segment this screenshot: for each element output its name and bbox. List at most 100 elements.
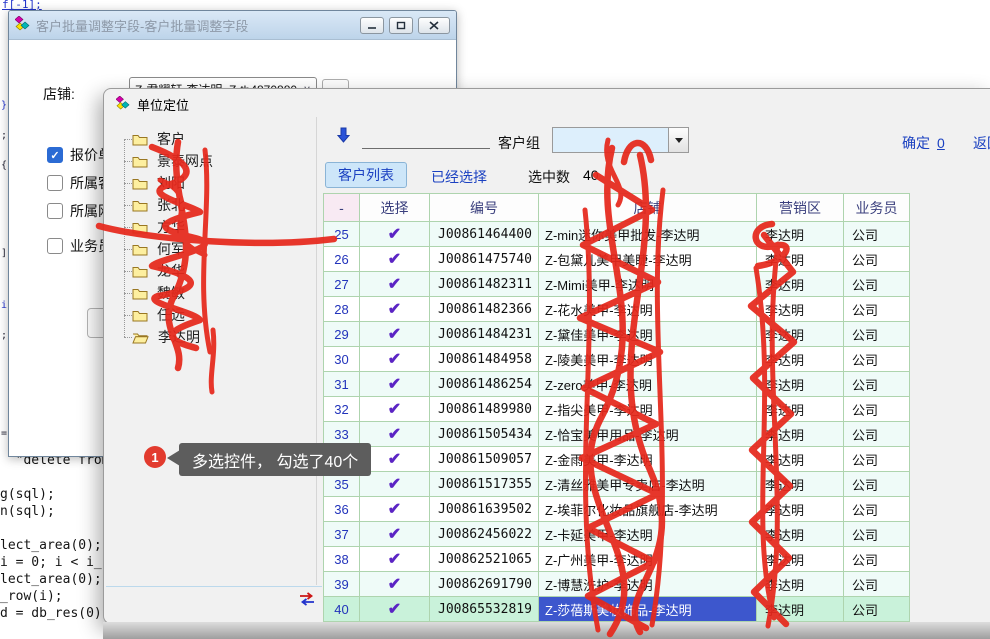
shop-cell[interactable]: Z-莎蓓斯美妆饰品-李达明 <box>539 597 757 622</box>
agent-cell[interactable]: 公司 <box>844 247 910 272</box>
region-cell[interactable]: 李达明 <box>757 572 844 597</box>
checkmark-icon[interactable]: ✔ <box>360 322 430 347</box>
column-header[interactable]: 编号 <box>430 194 539 222</box>
shop-cell[interactable]: Z-包黛儿美甲美睫-李达明 <box>539 247 757 272</box>
code-cell[interactable]: J00865532819 <box>430 597 539 622</box>
code-cell[interactable]: J00861482311 <box>430 272 539 297</box>
table-row[interactable]: 38✔J00862521065Z-广州美甲-李达明李达明公司 <box>324 547 910 572</box>
code-cell[interactable]: J00862456022 <box>430 522 539 547</box>
checkbox-checked-icon[interactable]: ✓ <box>47 147 63 163</box>
table-row[interactable]: 28✔J00861482366Z-花水美甲-李达明李达明公司 <box>324 297 910 322</box>
checkmark-icon[interactable]: ✔ <box>360 272 430 297</box>
region-cell[interactable]: 李达明 <box>757 497 844 522</box>
column-header[interactable]: 选择 <box>360 194 430 222</box>
tab-already-selected[interactable]: 已经选择 <box>431 167 487 187</box>
region-cell[interactable]: 李达明 <box>757 297 844 322</box>
tree-node[interactable]: 客户 <box>132 129 185 149</box>
row-number-cell[interactable]: 28 <box>324 297 360 322</box>
row-number-cell[interactable]: 27 <box>324 272 360 297</box>
region-cell[interactable]: 李达明 <box>757 322 844 347</box>
tree-node[interactable]: 李达明 <box>132 327 200 347</box>
return-link[interactable]: 返回 <box>973 133 990 153</box>
region-cell[interactable]: 李达明 <box>757 372 844 397</box>
checkmark-icon[interactable]: ✔ <box>360 472 430 497</box>
tree-node[interactable]: 任远 <box>132 305 185 325</box>
row-number-cell[interactable]: 39 <box>324 572 360 597</box>
agent-cell[interactable]: 公司 <box>844 447 910 472</box>
down-arrow-icon[interactable] <box>337 127 350 146</box>
code-cell[interactable]: J00861482366 <box>430 297 539 322</box>
checkmark-icon[interactable]: ✔ <box>360 422 430 447</box>
tree-node[interactable]: 景泰网点 <box>132 151 213 171</box>
region-cell[interactable]: 李达明 <box>757 222 844 247</box>
agent-cell[interactable]: 公司 <box>844 497 910 522</box>
checkbox-unchecked-icon[interactable] <box>47 203 63 219</box>
checkbox-unchecked-icon[interactable] <box>47 238 63 254</box>
region-cell[interactable]: 李达明 <box>757 272 844 297</box>
swap-arrows-icon[interactable] <box>298 592 316 609</box>
tab-customer-list[interactable]: 客户列表 <box>325 162 407 188</box>
checkmark-icon[interactable]: ✔ <box>360 572 430 597</box>
agent-cell[interactable]: 公司 <box>844 347 910 372</box>
code-cell[interactable]: J00861505434 <box>430 422 539 447</box>
agent-cell[interactable]: 公司 <box>844 547 910 572</box>
code-cell[interactable]: J00861517355 <box>430 472 539 497</box>
shop-cell[interactable]: Z-花水美甲-李达明 <box>539 297 757 322</box>
checkmark-icon[interactable]: ✔ <box>360 497 430 522</box>
minimize-button[interactable] <box>360 17 384 34</box>
agent-cell[interactable]: 公司 <box>844 372 910 397</box>
shop-cell[interactable]: Z-清丝雅美甲专卖店-李达明 <box>539 472 757 497</box>
code-cell[interactable]: J00861464400 <box>430 222 539 247</box>
region-cell[interactable]: 李达明 <box>757 547 844 572</box>
region-cell[interactable]: 李达明 <box>757 422 844 447</box>
table-row[interactable]: 37✔J00862456022Z-卡延美甲-李达明李达明公司 <box>324 522 910 547</box>
region-cell[interactable]: 李达明 <box>757 247 844 272</box>
row-number-cell[interactable]: 38 <box>324 547 360 572</box>
region-cell[interactable]: 李达明 <box>757 397 844 422</box>
region-cell[interactable]: 李达明 <box>757 597 844 622</box>
agent-cell[interactable]: 公司 <box>844 522 910 547</box>
tree-node[interactable]: 方华 <box>132 217 185 237</box>
column-header[interactable]: 营销区 <box>757 194 844 222</box>
shop-cell[interactable]: Z-博慧洗护-李达明 <box>539 572 757 597</box>
code-cell[interactable]: J00861509057 <box>430 447 539 472</box>
tree-node[interactable]: 张北 <box>132 195 185 215</box>
agent-cell[interactable]: 公司 <box>844 472 910 497</box>
table-row[interactable]: 39✔J00862691790Z-博慧洗护-李达明李达明公司 <box>324 572 910 597</box>
region-cell[interactable]: 李达明 <box>757 522 844 547</box>
code-cell[interactable]: J00862521065 <box>430 547 539 572</box>
table-row[interactable]: 30✔J00861484958Z-陵美美甲-李达明李达明公司 <box>324 347 910 372</box>
agent-cell[interactable]: 公司 <box>844 572 910 597</box>
table-row[interactable]: 29✔J00861484231Z-黛佳美甲-李达明李达明公司 <box>324 322 910 347</box>
shop-cell[interactable]: Z-zero美甲-李达明 <box>539 372 757 397</box>
table-row[interactable]: 31✔J00861486254Z-zero美甲-李达明李达明公司 <box>324 372 910 397</box>
code-cell[interactable]: J00861484231 <box>430 322 539 347</box>
code-cell[interactable]: J00861486254 <box>430 372 539 397</box>
table-row[interactable]: 35✔J00861517355Z-清丝雅美甲专卖店-李达明李达明公司 <box>324 472 910 497</box>
column-header[interactable]: - <box>324 194 360 222</box>
tree-node[interactable]: 何军 <box>132 239 185 259</box>
row-number-cell[interactable]: 26 <box>324 247 360 272</box>
agent-cell[interactable]: 公司 <box>844 272 910 297</box>
region-cell[interactable]: 李达明 <box>757 347 844 372</box>
checkmark-icon[interactable]: ✔ <box>360 397 430 422</box>
agent-cell[interactable]: 公司 <box>844 597 910 622</box>
row-number-cell[interactable]: 29 <box>324 322 360 347</box>
row-number-cell[interactable]: 40 <box>324 597 360 622</box>
shop-cell[interactable]: Z-埃菲尔化妆品旗舰店-李达明 <box>539 497 757 522</box>
table-row[interactable]: 25✔J00861464400Z-min迷你美甲批发-李达明李达明公司 <box>324 222 910 247</box>
table-row[interactable]: 40✔J00865532819Z-莎蓓斯美妆饰品-李达明李达明公司 <box>324 597 910 622</box>
checkmark-icon[interactable]: ✔ <box>360 372 430 397</box>
restore-button[interactable] <box>389 17 413 34</box>
table-row[interactable]: 32✔J00861489980Z-指尖美甲-李达明李达明公司 <box>324 397 910 422</box>
dropdown-button[interactable] <box>668 128 688 152</box>
shop-cell[interactable]: Z-Mimi美甲-李达明 <box>539 272 757 297</box>
shop-cell[interactable]: Z-广州美甲-李达明 <box>539 547 757 572</box>
column-header[interactable]: 店铺 <box>539 194 757 222</box>
row-number-cell[interactable]: 37 <box>324 522 360 547</box>
shop-cell[interactable]: Z-恰宝美甲用品-李达明 <box>539 422 757 447</box>
checkmark-icon[interactable]: ✔ <box>360 347 430 372</box>
tree-node[interactable]: 龙华 <box>132 261 185 281</box>
shop-cell[interactable]: Z-金雨美甲-李达明 <box>539 447 757 472</box>
checkmark-icon[interactable]: ✔ <box>360 597 430 622</box>
